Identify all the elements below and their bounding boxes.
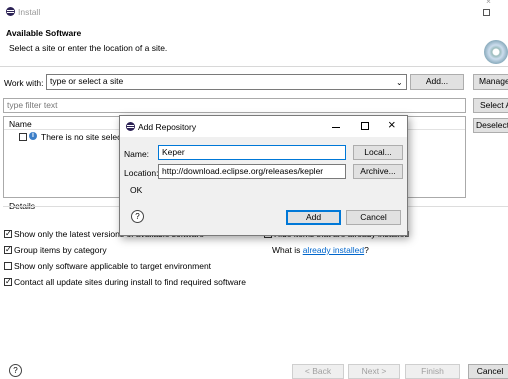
- filter-input[interactable]: type filter text: [3, 98, 466, 113]
- already-installed-link[interactable]: already installed: [303, 245, 364, 255]
- eclipse-icon: [126, 122, 135, 131]
- help-icon[interactable]: ?: [131, 210, 144, 223]
- what-is-suffix: ?: [364, 245, 369, 255]
- tree-row-checkbox[interactable]: [19, 133, 27, 141]
- option-target-checkbox[interactable]: [4, 262, 12, 270]
- minimize-icon[interactable]: [332, 127, 340, 128]
- option-target-label[interactable]: Show only software applicable to target …: [14, 261, 211, 271]
- dialog-status: OK: [130, 185, 143, 195]
- manage-button[interactable]: Manage: [473, 74, 508, 90]
- local-button[interactable]: Local...: [353, 145, 403, 160]
- close-icon[interactable]: ×: [388, 117, 396, 132]
- window-title: Install: [18, 7, 41, 17]
- window-title-bar: Install ×: [0, 0, 508, 22]
- option-group-label[interactable]: Group items by category: [14, 245, 107, 255]
- tree-info-row: There is no site selecte: [41, 132, 129, 142]
- help-icon[interactable]: ?: [9, 364, 22, 377]
- page-title: Available Software: [6, 28, 82, 38]
- option-latest-checkbox[interactable]: ✓: [4, 230, 12, 238]
- location-field[interactable]: http://download.eclipse.org/releases/kep…: [158, 164, 346, 179]
- install-cd-icon: [484, 40, 508, 64]
- deselect-all-button[interactable]: Deselect: [473, 118, 508, 133]
- dialog-title-bar: Add Repository ×: [120, 116, 407, 137]
- dialog-title: Add Repository: [138, 122, 197, 132]
- filter-placeholder: type filter text: [7, 100, 58, 110]
- name-field[interactable]: Keper: [158, 145, 346, 160]
- info-icon: i: [29, 132, 37, 140]
- name-value: Keper: [162, 147, 185, 157]
- dialog-add-button[interactable]: Add: [286, 210, 341, 225]
- location-label: Location:: [124, 168, 159, 178]
- header-divider: [0, 66, 508, 67]
- maximize-icon[interactable]: [361, 122, 369, 130]
- select-all-button[interactable]: Select A: [473, 98, 508, 113]
- work-with-combo[interactable]: type or select a site ⌄: [46, 74, 407, 90]
- tree-column-name: Name: [9, 119, 32, 129]
- work-with-value: type or select a site: [50, 76, 124, 86]
- option-contact-label[interactable]: Contact all update sites during install …: [14, 277, 246, 287]
- dialog-cancel-button[interactable]: Cancel: [346, 210, 401, 225]
- location-value: http://download.eclipse.org/releases/kep…: [162, 166, 324, 176]
- eclipse-icon: [6, 7, 15, 16]
- option-contact-checkbox[interactable]: ✓: [4, 278, 12, 286]
- add-site-button[interactable]: Add...: [410, 74, 464, 90]
- what-is-prefix: What is: [272, 245, 303, 255]
- window-close-icon[interactable]: ×: [486, 0, 491, 6]
- page-header: Available Software Select a site or ente…: [0, 22, 508, 66]
- window-maximize-icon[interactable]: [483, 9, 490, 16]
- page-subtitle: Select a site or enter the location of a…: [9, 43, 168, 53]
- what-is-installed: What is already installed?: [272, 245, 369, 255]
- add-repository-dialog: Add Repository × Name: Keper Local... Lo…: [119, 115, 408, 236]
- name-label: Name:: [124, 149, 150, 159]
- chevron-down-icon: ⌄: [396, 78, 403, 87]
- archive-button[interactable]: Archive...: [353, 164, 403, 179]
- option-group-checkbox[interactable]: ✓: [4, 246, 12, 254]
- work-with-label: Work with:: [4, 78, 44, 88]
